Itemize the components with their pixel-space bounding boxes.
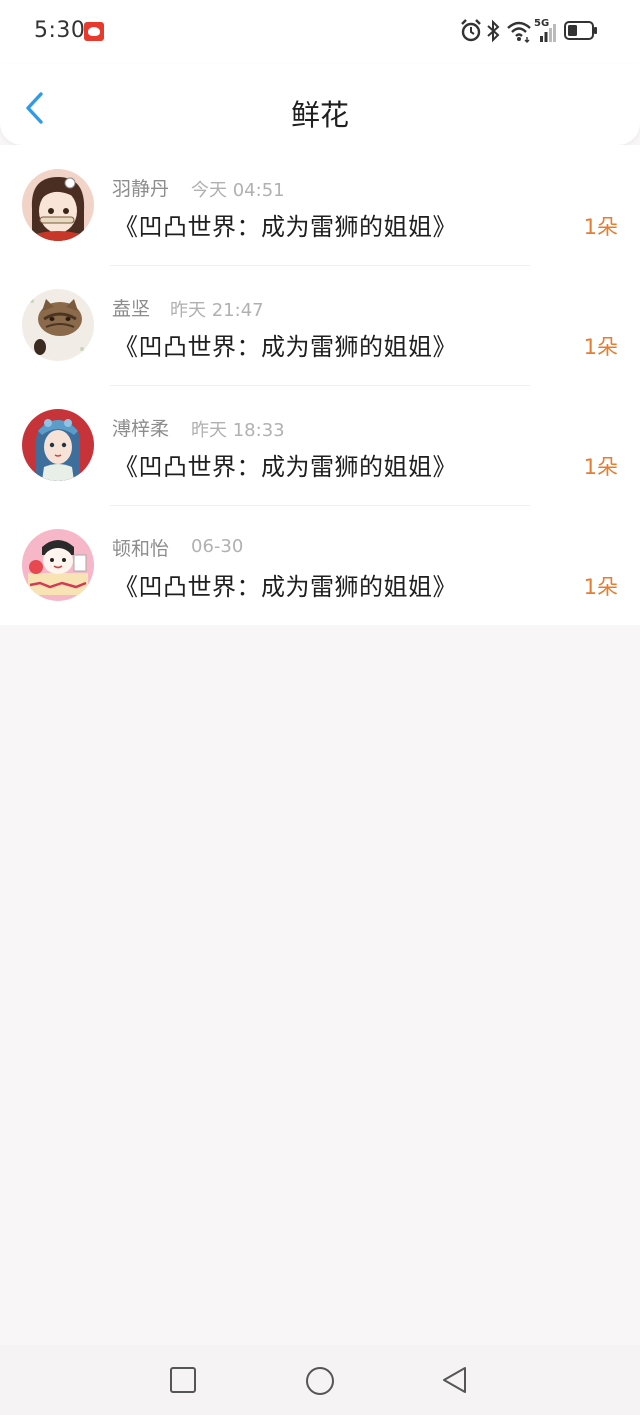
book-title[interactable]: 《凹凸世界：成为雷狮的姐姐》 (114, 567, 457, 602)
avatar-girl-hairpin (22, 169, 94, 241)
avatar-cartoon-pink (22, 529, 94, 601)
flower-records-list: 羽静丹 今天 04:51 《凹凸世界：成为雷狮的姐姐》 1朵 盍坚 昨天 21:… (0, 145, 640, 625)
alarm-icon (460, 18, 482, 48)
system-nav-bar (0, 1345, 640, 1415)
avatar[interactable] (22, 289, 94, 361)
book-title[interactable]: 《凹凸世界：成为雷狮的姐姐》 (114, 327, 457, 362)
user-name[interactable]: 羽静丹 (112, 174, 169, 201)
list-item[interactable]: 顿和怡 06-30 《凹凸世界：成为雷狮的姐姐》 1朵 (0, 505, 640, 625)
avatar-cat (22, 289, 94, 361)
record-time: 今天 04:51 (191, 180, 285, 201)
avatar[interactable] (22, 169, 94, 241)
flowers-screen: 5:30 5G 鲜花 羽静丹 今天 04:51 《凹凸世界：成为雷狮的姐姐》 1… (0, 0, 640, 1415)
flower-count: 1朵 (583, 335, 618, 359)
list-item[interactable]: 溥梓柔 昨天 18:33 《凹凸世界：成为雷狮的姐姐》 1朵 (0, 385, 640, 505)
flower-count: 1朵 (583, 215, 618, 239)
book-title[interactable]: 《凹凸世界：成为雷狮的姐姐》 (114, 207, 457, 242)
flower-count: 1朵 (583, 455, 618, 479)
flower-count: 1朵 (583, 575, 618, 599)
book-title[interactable]: 《凹凸世界：成为雷狮的姐姐》 (114, 447, 457, 482)
recents-square-icon (170, 1367, 196, 1393)
home-button[interactable] (304, 1365, 334, 1395)
recents-button[interactable] (168, 1365, 198, 1395)
user-name[interactable]: 盍坚 (112, 294, 150, 321)
status-icons: 5G (460, 18, 610, 46)
battery-icon (564, 18, 598, 48)
avatar[interactable] (22, 529, 94, 601)
app-notification-icon (84, 22, 104, 41)
header: 鲜花 (0, 64, 640, 145)
record-time: 昨天 18:33 (191, 420, 285, 441)
avatar-opera-girl (22, 409, 94, 481)
user-name[interactable]: 顿和怡 (112, 534, 169, 561)
page-title: 鲜花 (290, 98, 349, 132)
avatar[interactable] (22, 409, 94, 481)
back-nav-button[interactable] (440, 1365, 470, 1395)
home-circle-icon (306, 1367, 334, 1395)
signal-icon (540, 18, 556, 48)
wifi-icon (506, 18, 532, 48)
record-time: 昨天 21:47 (170, 300, 264, 321)
record-time: 06-30 (191, 536, 244, 557)
list-item[interactable]: 盍坚 昨天 21:47 《凹凸世界：成为雷狮的姐姐》 1朵 (0, 265, 640, 385)
status-time: 5:30 (34, 18, 86, 43)
user-name[interactable]: 溥梓柔 (112, 414, 169, 441)
status-bar: 5:30 5G (0, 0, 640, 64)
bluetooth-icon (486, 18, 500, 48)
list-item[interactable]: 羽静丹 今天 04:51 《凹凸世界：成为雷狮的姐姐》 1朵 (0, 145, 640, 265)
back-triangle-icon (443, 1367, 466, 1393)
